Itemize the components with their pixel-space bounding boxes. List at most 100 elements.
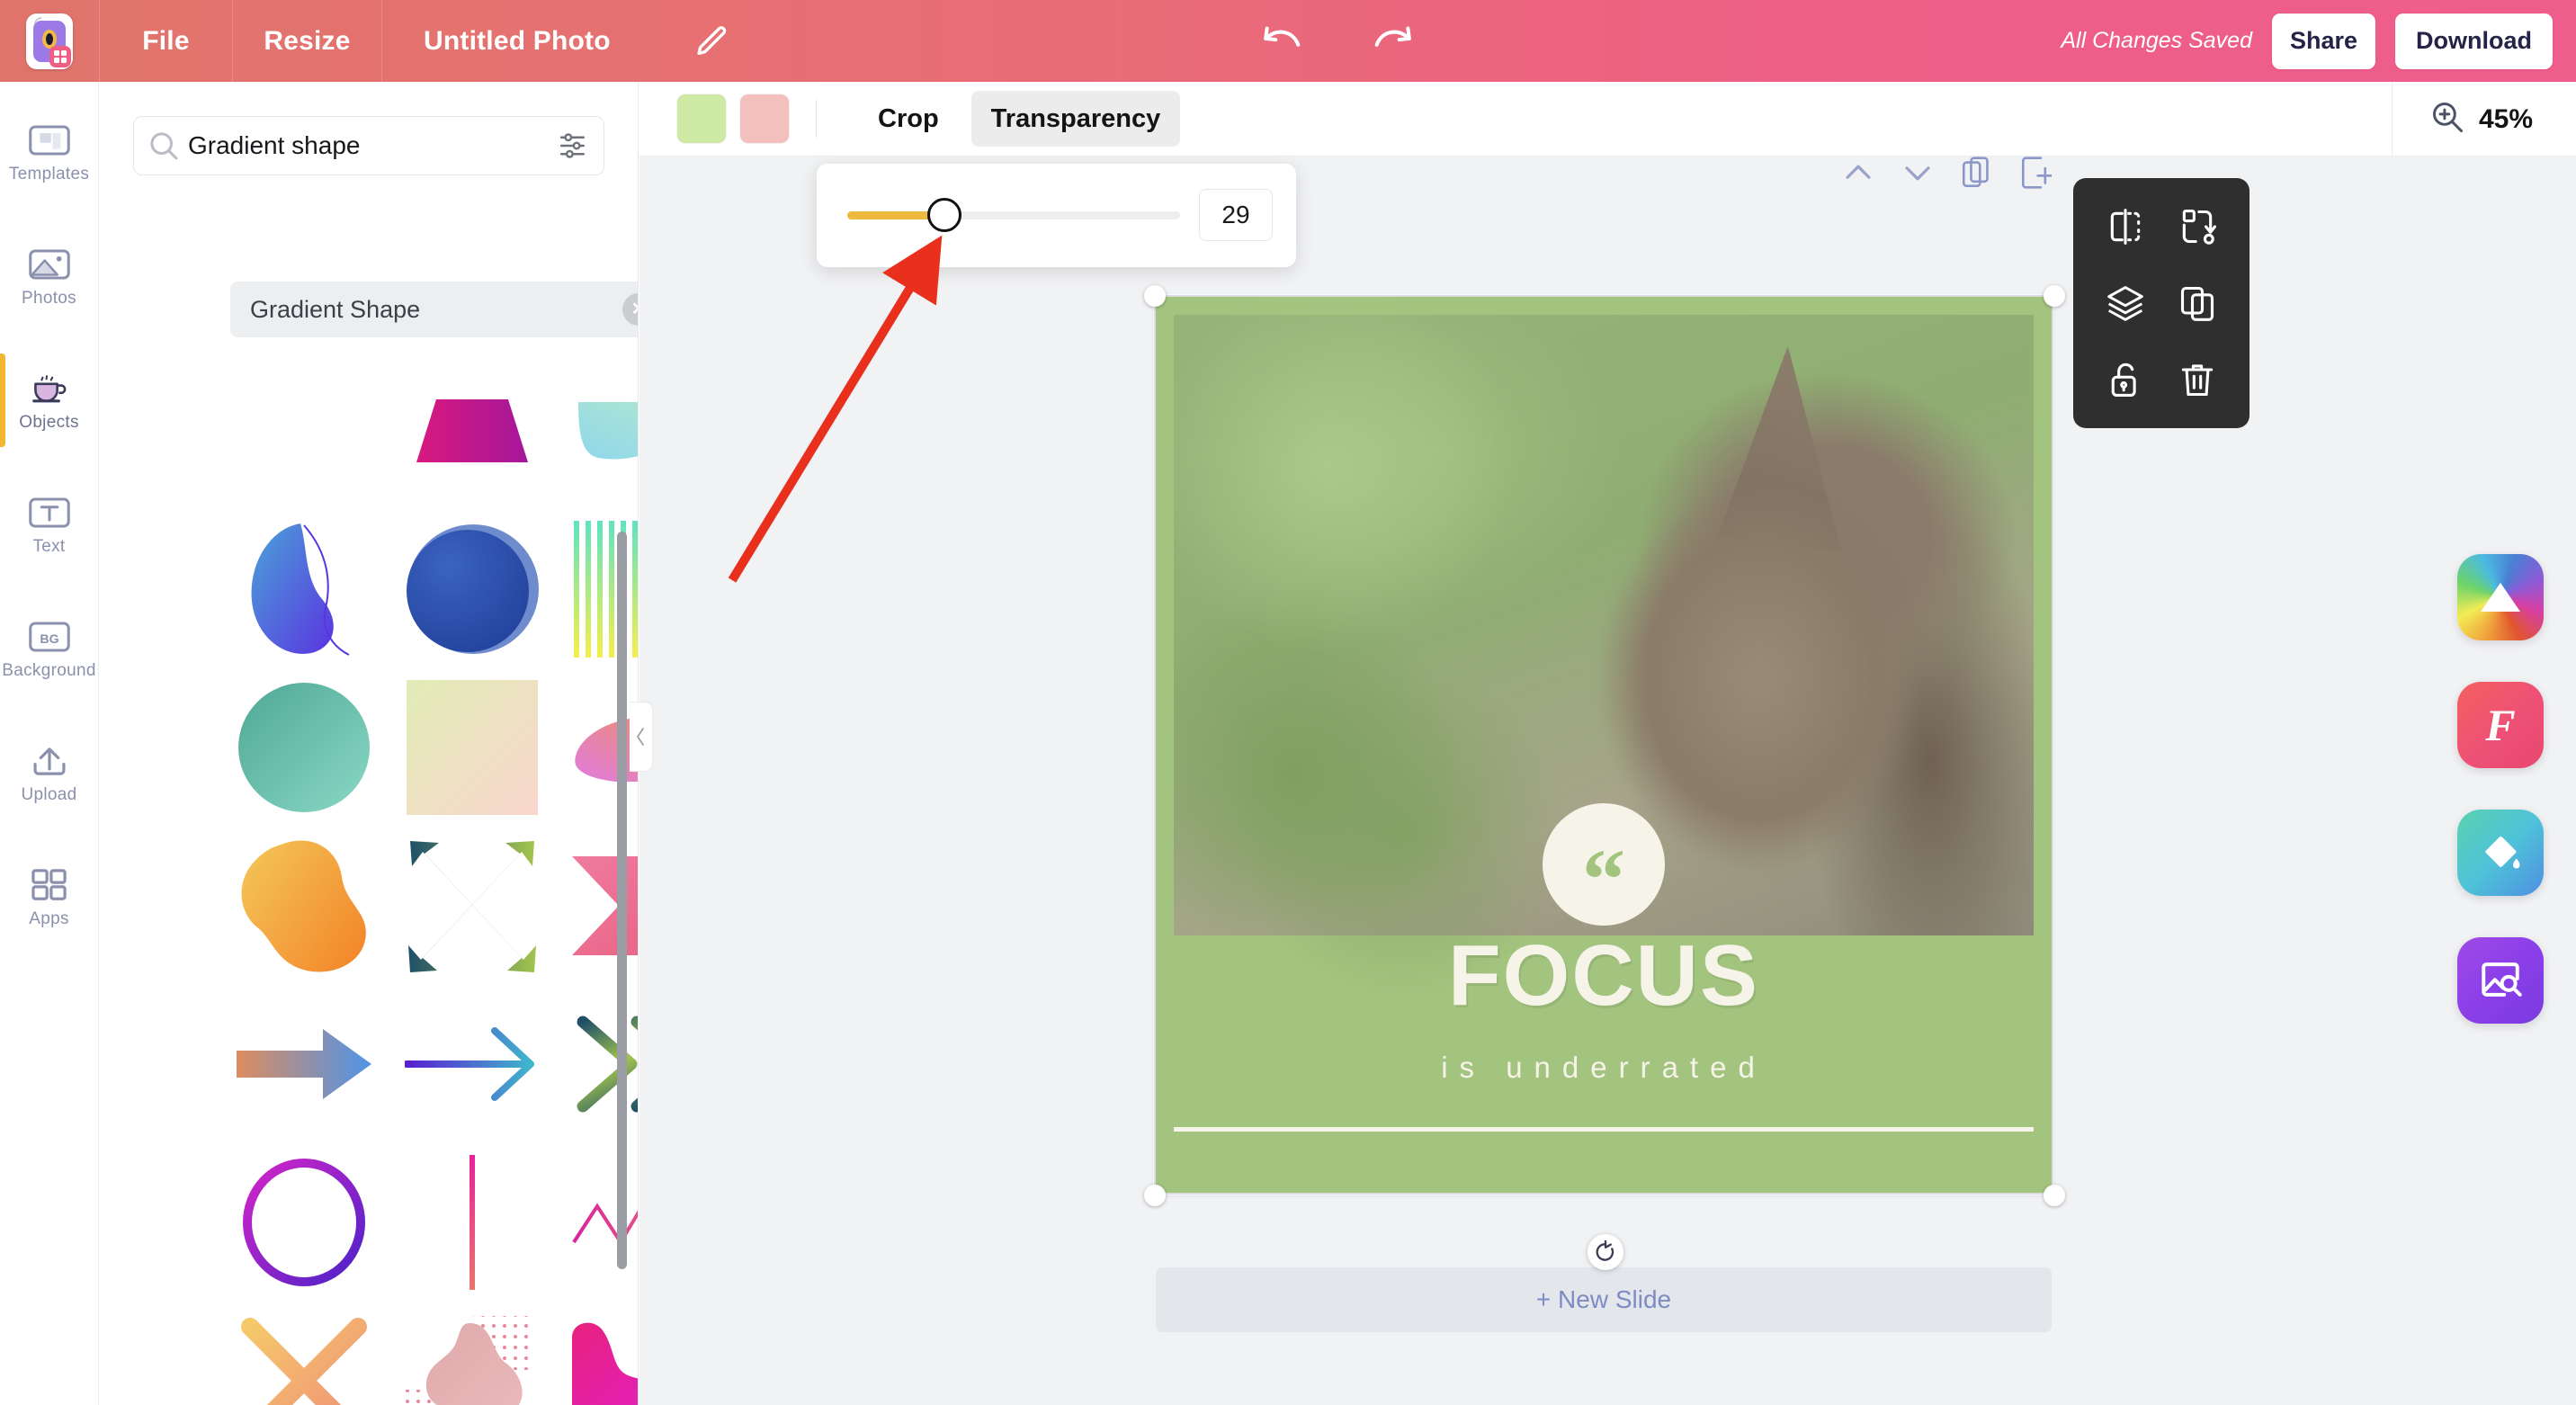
unlock-icon[interactable] — [2089, 341, 2161, 417]
shape-item[interactable] — [225, 985, 383, 1143]
shape-item[interactable] — [393, 1143, 551, 1302]
tab-crop[interactable]: Crop — [858, 91, 959, 147]
zoom-control[interactable]: 45% — [2391, 82, 2576, 157]
shape-item[interactable] — [225, 1143, 383, 1302]
font-app-glyph: F — [2485, 700, 2516, 750]
transparency-popover: 29 — [817, 164, 1296, 267]
layers-icon[interactable] — [2089, 265, 2161, 342]
search-icon — [148, 130, 179, 161]
right-app-rail: F — [2457, 554, 2544, 1024]
flip-icon[interactable] — [2089, 189, 2161, 265]
font-app-icon[interactable]: F — [2457, 682, 2544, 768]
redo-icon[interactable] — [1367, 16, 1418, 67]
top-bar: File Resize Untitled Photo All Changes S… — [0, 0, 2576, 82]
shape-item[interactable] — [393, 352, 551, 510]
shape-item[interactable] — [225, 827, 383, 985]
filter-sliders-icon[interactable] — [559, 130, 589, 161]
add-new-slide-button[interactable]: + New Slide — [1156, 1267, 2052, 1332]
upload-icon — [28, 743, 71, 779]
sidebar-item-label: Text — [32, 536, 66, 556]
sidebar-item-objects[interactable]: Objects — [0, 352, 99, 451]
apps-grid-icon — [28, 867, 71, 903]
quote-glyph: “ — [1582, 831, 1625, 927]
collapse-panel-button[interactable] — [630, 702, 653, 772]
slide-divider — [1174, 1127, 2034, 1132]
sidebar-item-upload[interactable]: Upload — [0, 724, 99, 823]
photos-icon — [28, 246, 71, 282]
sidebar-item-label: Objects — [19, 412, 79, 432]
shape-item[interactable] — [225, 510, 383, 668]
undo-redo-group — [1257, 0, 1418, 82]
active-filter-chip[interactable]: Gradient Shape ✕ — [230, 282, 638, 337]
rotate-handle-icon[interactable] — [1588, 1234, 1623, 1270]
chip-label: Gradient Shape — [250, 295, 421, 323]
swatch-pink[interactable] — [740, 94, 789, 143]
shape-item[interactable] — [225, 352, 383, 510]
zoom-in-icon — [2430, 100, 2464, 139]
slide-canvas[interactable]: “ FOCUS is underrated — [1154, 295, 2053, 1195]
sidebar-item-apps[interactable]: Apps — [0, 848, 99, 947]
slide-design: “ FOCUS is underrated — [1154, 295, 2053, 1195]
sidebar-item-background[interactable]: BG Background — [0, 600, 99, 699]
text-icon — [28, 495, 71, 531]
panel-scrollbar[interactable] — [617, 532, 627, 1269]
app-logo[interactable] — [0, 0, 99, 82]
shape-item[interactable] — [393, 668, 551, 827]
transparency-slider[interactable] — [847, 197, 1180, 232]
shape-item[interactable] — [393, 985, 551, 1143]
close-icon[interactable]: ✕ — [622, 293, 638, 326]
slider-thumb[interactable] — [927, 197, 962, 232]
search-input[interactable]: Gradient shape — [188, 131, 559, 160]
context-toolbar: Crop Transparency 45% — [640, 82, 2576, 157]
sidebar-item-templates[interactable]: Templates — [0, 103, 99, 202]
resize-handle-bottom-left[interactable] — [1144, 1185, 1166, 1206]
move-down-icon[interactable] — [1899, 154, 1936, 192]
resize-handle-top-right[interactable] — [2044, 285, 2065, 307]
background-icon: BG — [28, 619, 71, 655]
file-menu[interactable]: File — [99, 0, 232, 82]
objects-panel: Gradient shape Gradient Shape ✕ — [99, 82, 639, 1405]
transparency-value-input[interactable]: 29 — [1199, 189, 1273, 241]
duplicate-icon[interactable] — [2161, 265, 2233, 342]
image-search-app-icon[interactable] — [2457, 937, 2544, 1024]
resize-menu[interactable]: Resize — [232, 0, 381, 82]
quote-badge: “ — [1543, 803, 1665, 926]
tab-transparency[interactable]: Transparency — [970, 91, 1181, 147]
object-floating-toolbar — [2073, 178, 2250, 428]
sidebar-item-photos[interactable]: Photos — [0, 228, 99, 327]
shape-item[interactable] — [393, 1302, 551, 1405]
slide-tools — [1839, 154, 2055, 192]
top-bar-actions: All Changes Saved Share Download — [2061, 0, 2576, 82]
sidebar-item-label: Background — [2, 660, 96, 680]
svg-text:BG: BG — [40, 631, 58, 646]
templates-icon — [28, 122, 71, 158]
undo-icon[interactable] — [1257, 16, 1308, 67]
sidebar-item-label: Apps — [29, 908, 69, 928]
resize-handle-top-left[interactable] — [1144, 285, 1166, 307]
sidebar-item-text[interactable]: Text — [0, 476, 99, 575]
resize-handle-bottom-right[interactable] — [2044, 1185, 2065, 1206]
shape-item[interactable] — [225, 1302, 383, 1405]
delete-icon[interactable] — [2161, 341, 2233, 417]
swatch-green[interactable] — [677, 94, 726, 143]
paint-bucket-app-icon[interactable] — [2457, 810, 2544, 896]
shape-item[interactable] — [393, 510, 551, 668]
search-box[interactable]: Gradient shape — [133, 116, 604, 175]
edit-title-pencil-icon[interactable] — [688, 17, 737, 66]
shape-item[interactable] — [560, 1302, 638, 1405]
duplicate-slide-icon[interactable] — [1958, 154, 1996, 192]
download-button[interactable]: Download — [2395, 13, 2553, 69]
move-up-icon[interactable] — [1839, 154, 1877, 192]
shape-item[interactable] — [225, 668, 383, 827]
replace-icon[interactable] — [2161, 189, 2233, 265]
share-button[interactable]: Share — [2272, 13, 2375, 69]
slide-title[interactable]: FOCUS — [1154, 926, 2053, 1025]
slide-subtitle[interactable]: is underrated — [1154, 1051, 2053, 1085]
shape-item[interactable] — [393, 827, 551, 985]
toolbar-divider — [816, 100, 817, 138]
shape-item[interactable] — [560, 352, 638, 510]
save-status: All Changes Saved — [2061, 28, 2252, 53]
add-slide-icon[interactable] — [2017, 154, 2055, 192]
document-title[interactable]: Untitled Photo — [381, 0, 652, 82]
color-wheel-app-icon[interactable] — [2457, 554, 2544, 640]
